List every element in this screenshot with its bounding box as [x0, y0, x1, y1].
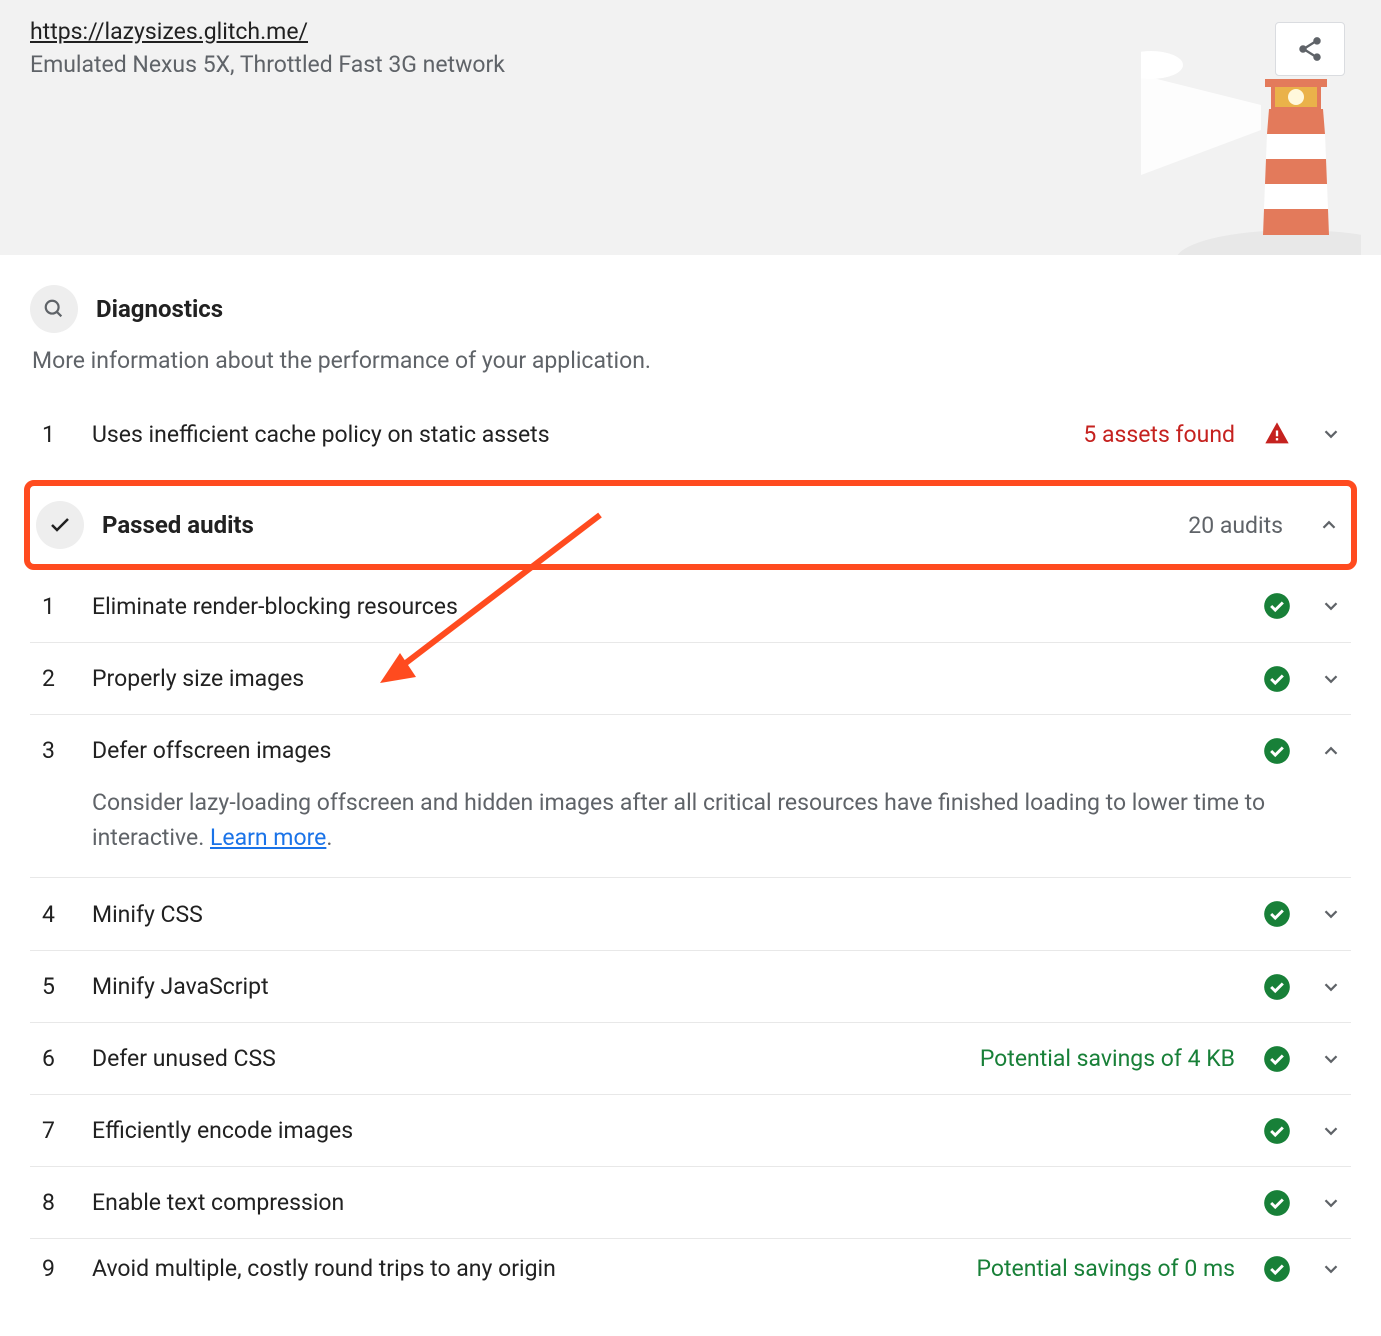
audit-row[interactable]: 6 Defer unused CSS Potential savings of …	[30, 1022, 1351, 1094]
audit-meta: 5 assets found	[1083, 421, 1235, 448]
pass-icon	[1263, 665, 1291, 693]
chevron-up-icon	[1315, 735, 1347, 767]
audit-row[interactable]: 4 Minify CSS	[30, 878, 1351, 950]
search-icon	[30, 285, 78, 333]
audit-row[interactable]: 5 Minify JavaScript	[30, 950, 1351, 1022]
audit-number: 1	[34, 593, 76, 620]
audit-title: Enable text compression	[92, 1189, 1247, 1216]
diagnostics-title: Diagnostics	[96, 295, 223, 323]
audit-row[interactable]: 1 Uses inefficient cache policy on stati…	[30, 398, 1351, 470]
chevron-up-icon	[1313, 509, 1345, 541]
audit-number: 6	[34, 1045, 76, 1072]
audit-number: 5	[34, 973, 76, 1000]
lighthouse-illustration	[1141, 45, 1361, 255]
pass-icon	[1263, 1255, 1291, 1283]
audit-title: Defer unused CSS	[92, 1045, 964, 1072]
audit-title: Minify JavaScript	[92, 973, 1247, 1000]
audit-number: 9	[34, 1255, 76, 1282]
audit-title: Eliminate render-blocking resources	[92, 593, 1247, 620]
passed-audits-count: 20 audits	[1188, 512, 1283, 539]
audit-row[interactable]: 2 Properly size images	[30, 642, 1351, 714]
chevron-down-icon	[1315, 971, 1347, 1003]
audit-title: Properly size images	[92, 665, 1247, 692]
audit-row[interactable]: 8 Enable text compression	[30, 1166, 1351, 1238]
audit-description: Consider lazy-loading offscreen and hidd…	[30, 786, 1351, 878]
pass-icon	[1263, 592, 1291, 620]
check-icon	[36, 501, 84, 549]
pass-icon	[1263, 1045, 1291, 1073]
pass-icon	[1263, 1189, 1291, 1217]
chevron-down-icon	[1315, 898, 1347, 930]
chevron-down-icon	[1315, 1253, 1347, 1285]
diagnostics-header: Diagnostics	[30, 285, 1351, 333]
chevron-down-icon	[1315, 1115, 1347, 1147]
pass-icon	[1263, 1117, 1291, 1145]
audit-title: Defer offscreen images	[92, 737, 1247, 764]
audit-number: 2	[34, 665, 76, 692]
warning-icon	[1263, 420, 1291, 448]
audit-row[interactable]: 3 Defer offscreen images	[30, 714, 1351, 786]
chevron-down-icon	[1315, 1043, 1347, 1075]
audit-number: 3	[34, 737, 76, 764]
audit-row[interactable]: 9 Avoid multiple, costly round trips to …	[30, 1238, 1351, 1298]
audit-number: 8	[34, 1189, 76, 1216]
pass-icon	[1263, 900, 1291, 928]
audit-meta: Potential savings of 0 ms	[977, 1255, 1235, 1282]
pass-icon	[1263, 737, 1291, 765]
passed-audits-header[interactable]: Passed audits 20 audits	[36, 486, 1345, 564]
audit-title: Minify CSS	[92, 901, 1247, 928]
pass-icon	[1263, 973, 1291, 1001]
audit-number: 4	[34, 901, 76, 928]
chevron-down-icon	[1315, 418, 1347, 450]
passed-audits-title: Passed audits	[102, 511, 1170, 539]
audit-title: Efficiently encode images	[92, 1117, 1247, 1144]
audit-row[interactable]: 1 Eliminate render-blocking resources	[30, 570, 1351, 642]
audit-title: Uses inefficient cache policy on static …	[92, 421, 1067, 448]
report-header: https://lazysizes.glitch.me/ Emulated Ne…	[0, 0, 1381, 255]
audit-row[interactable]: 7 Efficiently encode images	[30, 1094, 1351, 1166]
chevron-down-icon	[1315, 663, 1347, 695]
audit-title: Avoid multiple, costly round trips to an…	[92, 1255, 961, 1282]
audit-number: 1	[34, 421, 76, 448]
report-url-link[interactable]: https://lazysizes.glitch.me/	[30, 18, 308, 45]
chevron-down-icon	[1315, 1187, 1347, 1219]
diagnostics-description: More information about the performance o…	[32, 347, 1351, 374]
passed-audits-highlight: Passed audits 20 audits	[24, 480, 1357, 570]
learn-more-link[interactable]: Learn more	[210, 824, 326, 851]
audit-meta: Potential savings of 4 KB	[980, 1045, 1235, 1072]
report-body: Diagnostics More information about the p…	[0, 255, 1381, 1298]
audit-number: 7	[34, 1117, 76, 1144]
chevron-down-icon	[1315, 590, 1347, 622]
